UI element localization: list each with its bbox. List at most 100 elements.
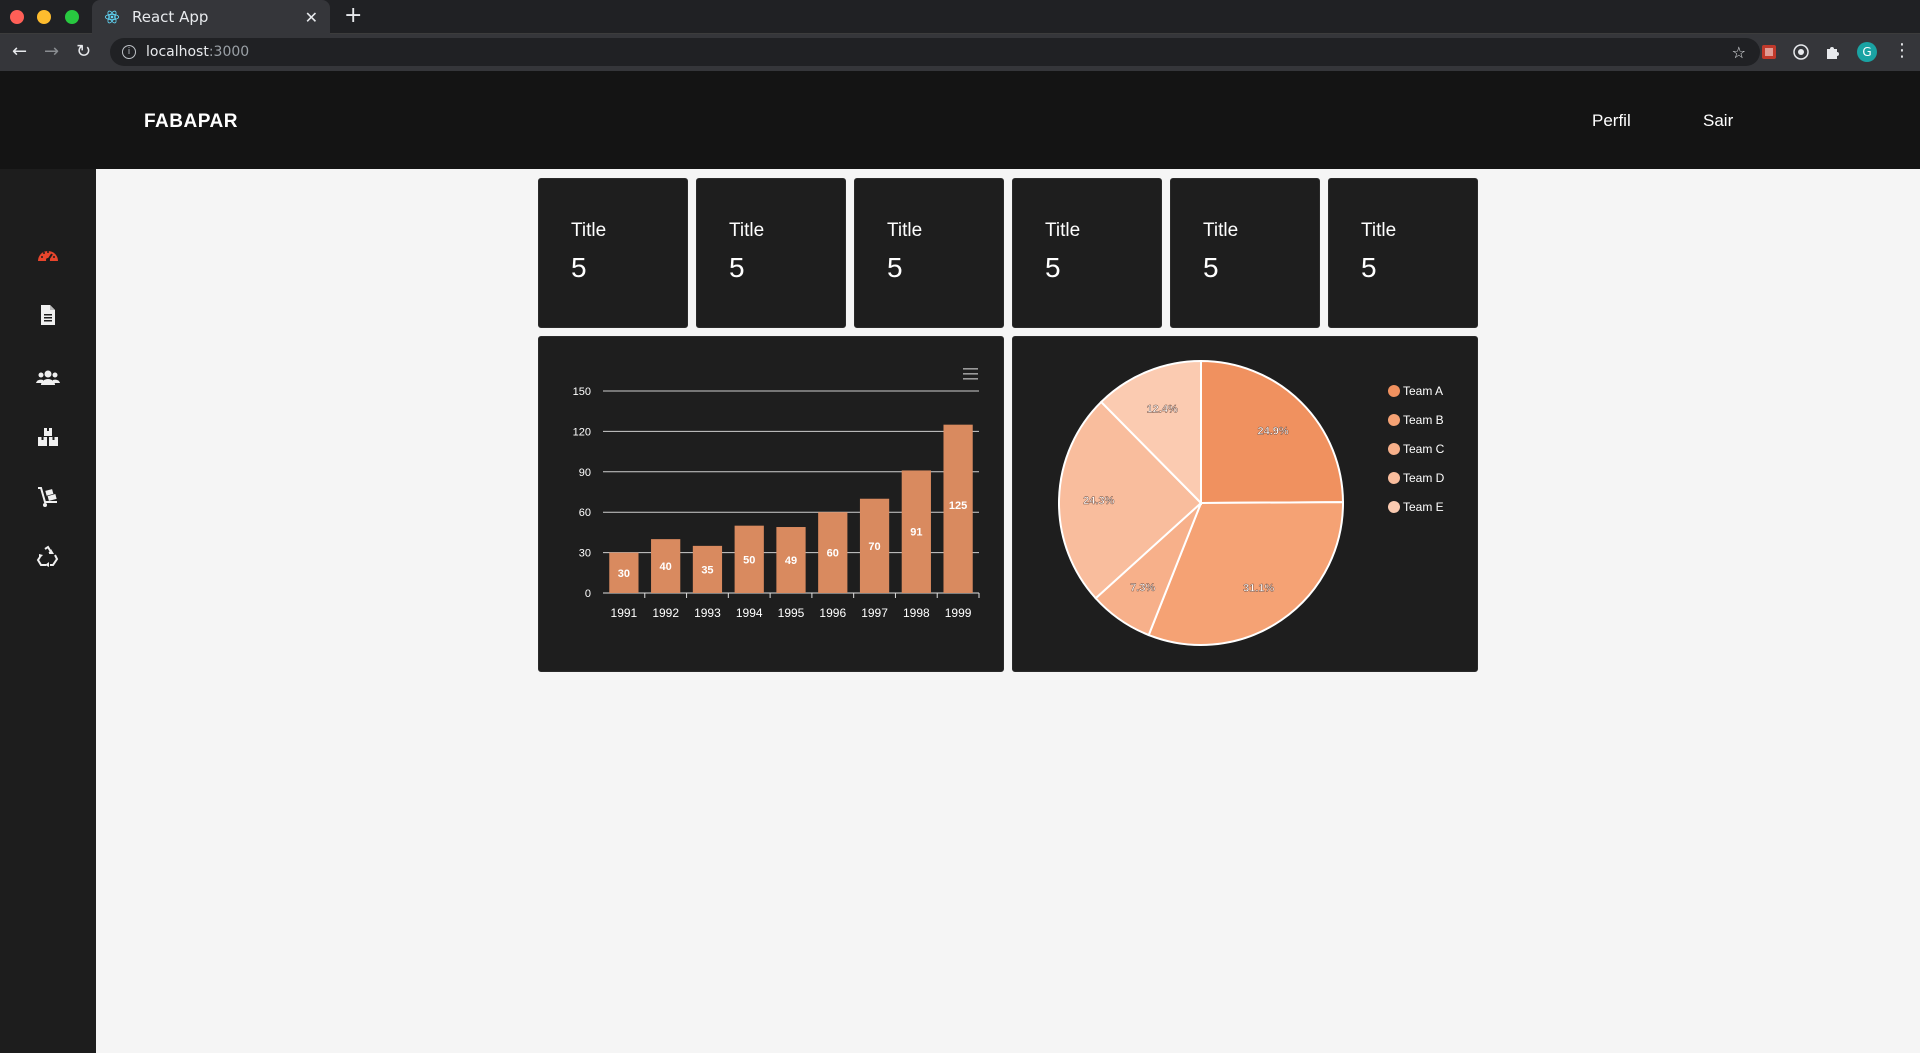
extension-red-icon[interactable] <box>1760 43 1778 61</box>
browser-toolbar: ← → ↻ i localhost:3000 ☆ G ⋮ <box>0 34 1920 71</box>
close-window-button[interactable] <box>10 10 24 24</box>
card-value: 5 <box>571 252 587 283</box>
bar-data-label: 35 <box>701 564 713 576</box>
site-info-icon[interactable]: i <box>122 45 136 59</box>
sidebar <box>0 169 96 1053</box>
card-title: Title <box>887 220 923 241</box>
reload-button[interactable]: ↻ <box>76 41 91 62</box>
pie-data-label: 12.4% <box>1147 403 1178 415</box>
x-tick-label: 1998 <box>903 606 930 620</box>
maximize-window-button[interactable] <box>65 10 79 24</box>
pie-chart: 24.9% 31.1% 7.3% 24.3% 12.4% Team A Team B Team… <box>1058 359 1445 646</box>
legend-marker <box>1388 501 1400 513</box>
browser-tab[interactable]: React App ✕ <box>92 0 330 34</box>
bar-chart-panel: 0 30 60 90 120 150 1991 30 1992 40 1993 35 1994 50 199… <box>538 336 1004 672</box>
x-tick-label: 1996 <box>819 606 846 620</box>
back-button[interactable]: ← <box>12 41 27 62</box>
legend-item[interactable]: Team C <box>1388 442 1445 456</box>
legend-marker <box>1388 385 1400 397</box>
card-value: 5 <box>1203 252 1219 283</box>
x-tick-label: 1994 <box>736 606 763 620</box>
legend-marker <box>1388 443 1400 455</box>
x-tick-label: 1992 <box>652 606 679 620</box>
browser-menu-icon[interactable]: ⋮ <box>1893 40 1911 61</box>
card-title: Title <box>571 220 607 241</box>
card-value: 5 <box>1045 252 1061 283</box>
bar-data-label: 30 <box>618 568 630 580</box>
legend-item[interactable]: Team D <box>1388 471 1445 485</box>
extension-target-icon[interactable] <box>1792 43 1810 61</box>
dashboard-icon[interactable] <box>36 243 60 267</box>
card-value: 5 <box>887 252 903 283</box>
pie-data-label: 24.9% <box>1257 425 1288 437</box>
extensions-puzzle-icon[interactable] <box>1824 43 1842 61</box>
bar-data-label: 60 <box>827 548 839 560</box>
legend-item[interactable]: Team A <box>1388 384 1443 398</box>
stat-card: Title 5 <box>854 178 1004 328</box>
x-tick-label: 1995 <box>778 606 805 620</box>
tab-title: React App <box>132 8 209 26</box>
browser-tab-bar: React App ✕ + <box>0 0 1920 34</box>
forward-button[interactable]: → <box>44 41 59 62</box>
stat-card: Title 5 <box>696 178 846 328</box>
nav-link-perfil[interactable]: Perfil <box>1592 111 1631 131</box>
y-tick-label: 90 <box>579 467 591 479</box>
bar-data-label: 50 <box>743 554 755 566</box>
hand-truck-icon[interactable] <box>36 485 60 509</box>
bar-data-label: 49 <box>785 555 797 567</box>
bookmark-star-icon[interactable]: ☆ <box>1732 43 1746 62</box>
y-tick-label: 150 <box>573 386 591 398</box>
y-tick-label: 120 <box>573 426 591 438</box>
card-value: 5 <box>1361 252 1377 283</box>
stat-card: Title 5 <box>538 178 688 328</box>
bar-chart: 0 30 60 90 120 150 1991 30 1992 40 1993 35 1994 50 199… <box>573 368 980 620</box>
legend-label: Team D <box>1403 471 1445 485</box>
legend-label: Team C <box>1403 442 1445 456</box>
address-bar[interactable]: i localhost:3000 ☆ <box>110 38 1760 66</box>
brand-logo[interactable]: FABAPAR <box>144 111 238 133</box>
card-title: Title <box>1361 220 1397 241</box>
card-title: Title <box>729 220 765 241</box>
minimize-window-button[interactable] <box>37 10 51 24</box>
legend-label: Team E <box>1403 500 1444 514</box>
stat-card: Title 5 <box>1012 178 1162 328</box>
pie-data-label: 31.1% <box>1243 582 1274 594</box>
card-value: 5 <box>729 252 745 283</box>
react-favicon-icon <box>104 10 120 24</box>
x-tick-label: 1997 <box>861 606 888 620</box>
legend-item[interactable]: Team B <box>1388 413 1444 427</box>
url-host: localhost <box>146 44 209 60</box>
legend-marker <box>1388 414 1400 426</box>
new-tab-button[interactable]: + <box>344 3 362 28</box>
legend-label: Team A <box>1403 384 1443 398</box>
bar-data-label: 91 <box>910 527 922 539</box>
users-icon[interactable] <box>36 365 60 389</box>
x-tick-label: 1991 <box>611 606 638 620</box>
card-title: Title <box>1203 220 1239 241</box>
url-port: :3000 <box>208 44 250 60</box>
stat-card: Title 5 <box>1170 178 1320 328</box>
pie-chart-panel: 24.9% 31.1% 7.3% 24.3% 12.4% Team A Team B Team… <box>1012 336 1478 672</box>
app-header: FABAPAR Perfil Sair <box>0 71 1920 169</box>
profile-avatar[interactable]: G <box>1857 42 1877 62</box>
card-title: Title <box>1045 220 1081 241</box>
y-tick-label: 30 <box>579 548 591 560</box>
y-tick-label: 0 <box>585 588 591 600</box>
y-tick-label: 60 <box>579 507 591 519</box>
stat-card: Title 5 <box>1328 178 1478 328</box>
legend-item[interactable]: Team E <box>1388 500 1444 514</box>
nav-link-sair[interactable]: Sair <box>1703 111 1733 131</box>
legend-label: Team B <box>1403 413 1444 427</box>
pie-data-label: 7.3% <box>1130 582 1155 594</box>
pie-data-label: 24.3% <box>1083 495 1114 507</box>
hamburger-menu-icon[interactable] <box>963 368 978 380</box>
document-icon[interactable] <box>36 303 60 327</box>
x-tick-label: 1999 <box>945 606 972 620</box>
bar-data-label: 70 <box>868 541 880 553</box>
recycle-icon[interactable] <box>36 545 60 569</box>
bar-data-label: 40 <box>660 561 672 573</box>
close-tab-icon[interactable]: ✕ <box>305 8 318 27</box>
legend-marker <box>1388 472 1400 484</box>
bar-data-label: 125 <box>949 500 967 512</box>
boxes-icon[interactable] <box>36 425 60 449</box>
